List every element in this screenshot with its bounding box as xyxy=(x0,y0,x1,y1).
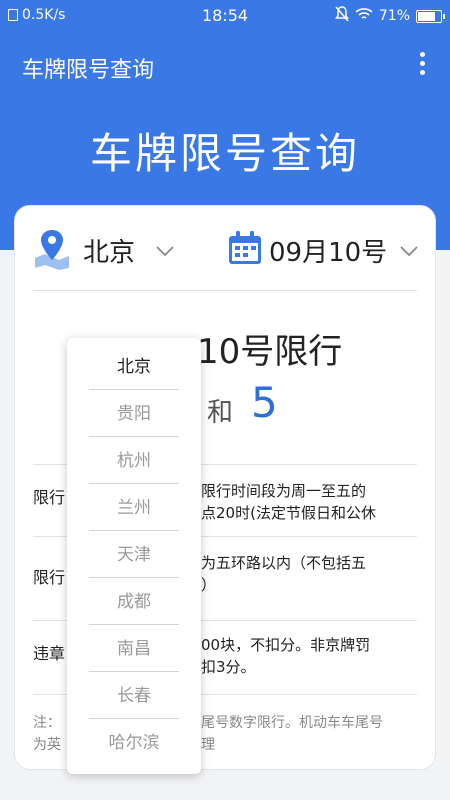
info-text: 限行时间段为周一至五的 点20时(法定节假日和公休 xyxy=(201,482,376,522)
location-map-icon[interactable] xyxy=(33,228,71,270)
dropdown-item-tianjin[interactable]: 天津 xyxy=(89,532,179,578)
mute-icon xyxy=(334,6,349,26)
dropdown-item-changchun[interactable]: 长春 xyxy=(89,673,179,719)
dropdown-item-lanzhou[interactable]: 兰州 xyxy=(89,485,179,531)
info-label: 限行 xyxy=(33,568,66,587)
dropdown-item-chengdu[interactable]: 成都 xyxy=(89,579,179,625)
dropdown-item-beijing[interactable]: 北京 xyxy=(89,344,179,390)
note-text: 尾号数字限行。机动车车尾号 理 xyxy=(201,715,383,753)
dropdown-item-nanchang[interactable]: 南昌 xyxy=(89,626,179,672)
selector-row: 北京 09月10号 xyxy=(15,206,435,290)
and-word: 和 xyxy=(207,398,234,428)
battery-percent: 71% xyxy=(378,8,410,24)
status-right: 71% xyxy=(334,6,445,26)
dropdown-item-harbin[interactable]: 哈尔滨 xyxy=(89,720,179,766)
restricted-number: 5 xyxy=(251,378,278,427)
status-bar: 0.5K/s 18:54 71% xyxy=(0,0,450,32)
hero-title: 车牌限号查询 xyxy=(89,129,360,178)
city-dropdown: 北京 贵阳 杭州 兰州 天津 成都 南昌 长春 哈尔滨 xyxy=(67,338,201,774)
calendar-icon[interactable] xyxy=(227,230,263,266)
info-text: 为五环路以内（不包括五 ） xyxy=(201,554,367,594)
city-chevron-down-icon[interactable] xyxy=(155,244,175,258)
selector-divider xyxy=(33,290,417,291)
more-options-icon[interactable] xyxy=(418,52,426,78)
info-text: 00块，不扣分。非京牌罚 扣3分。 xyxy=(201,636,371,676)
date-chevron-down-icon[interactable] xyxy=(399,244,419,258)
dropdown-item-guiyang[interactable]: 贵阳 xyxy=(89,391,179,437)
dropdown-item-hangzhou[interactable]: 杭州 xyxy=(89,438,179,484)
date-selector[interactable]: 09月10号 xyxy=(269,232,387,269)
wifi-icon xyxy=(355,7,373,25)
app-bar: 车牌限号查询 xyxy=(0,40,450,92)
app-bar-title: 车牌限号查询 xyxy=(22,58,155,83)
info-label: 限行 xyxy=(33,488,66,507)
restriction-title-text: 10号限行 xyxy=(197,332,343,372)
city-selector[interactable]: 北京 xyxy=(83,232,135,269)
battery-icon xyxy=(416,9,445,23)
info-label: 违章 xyxy=(33,644,66,663)
